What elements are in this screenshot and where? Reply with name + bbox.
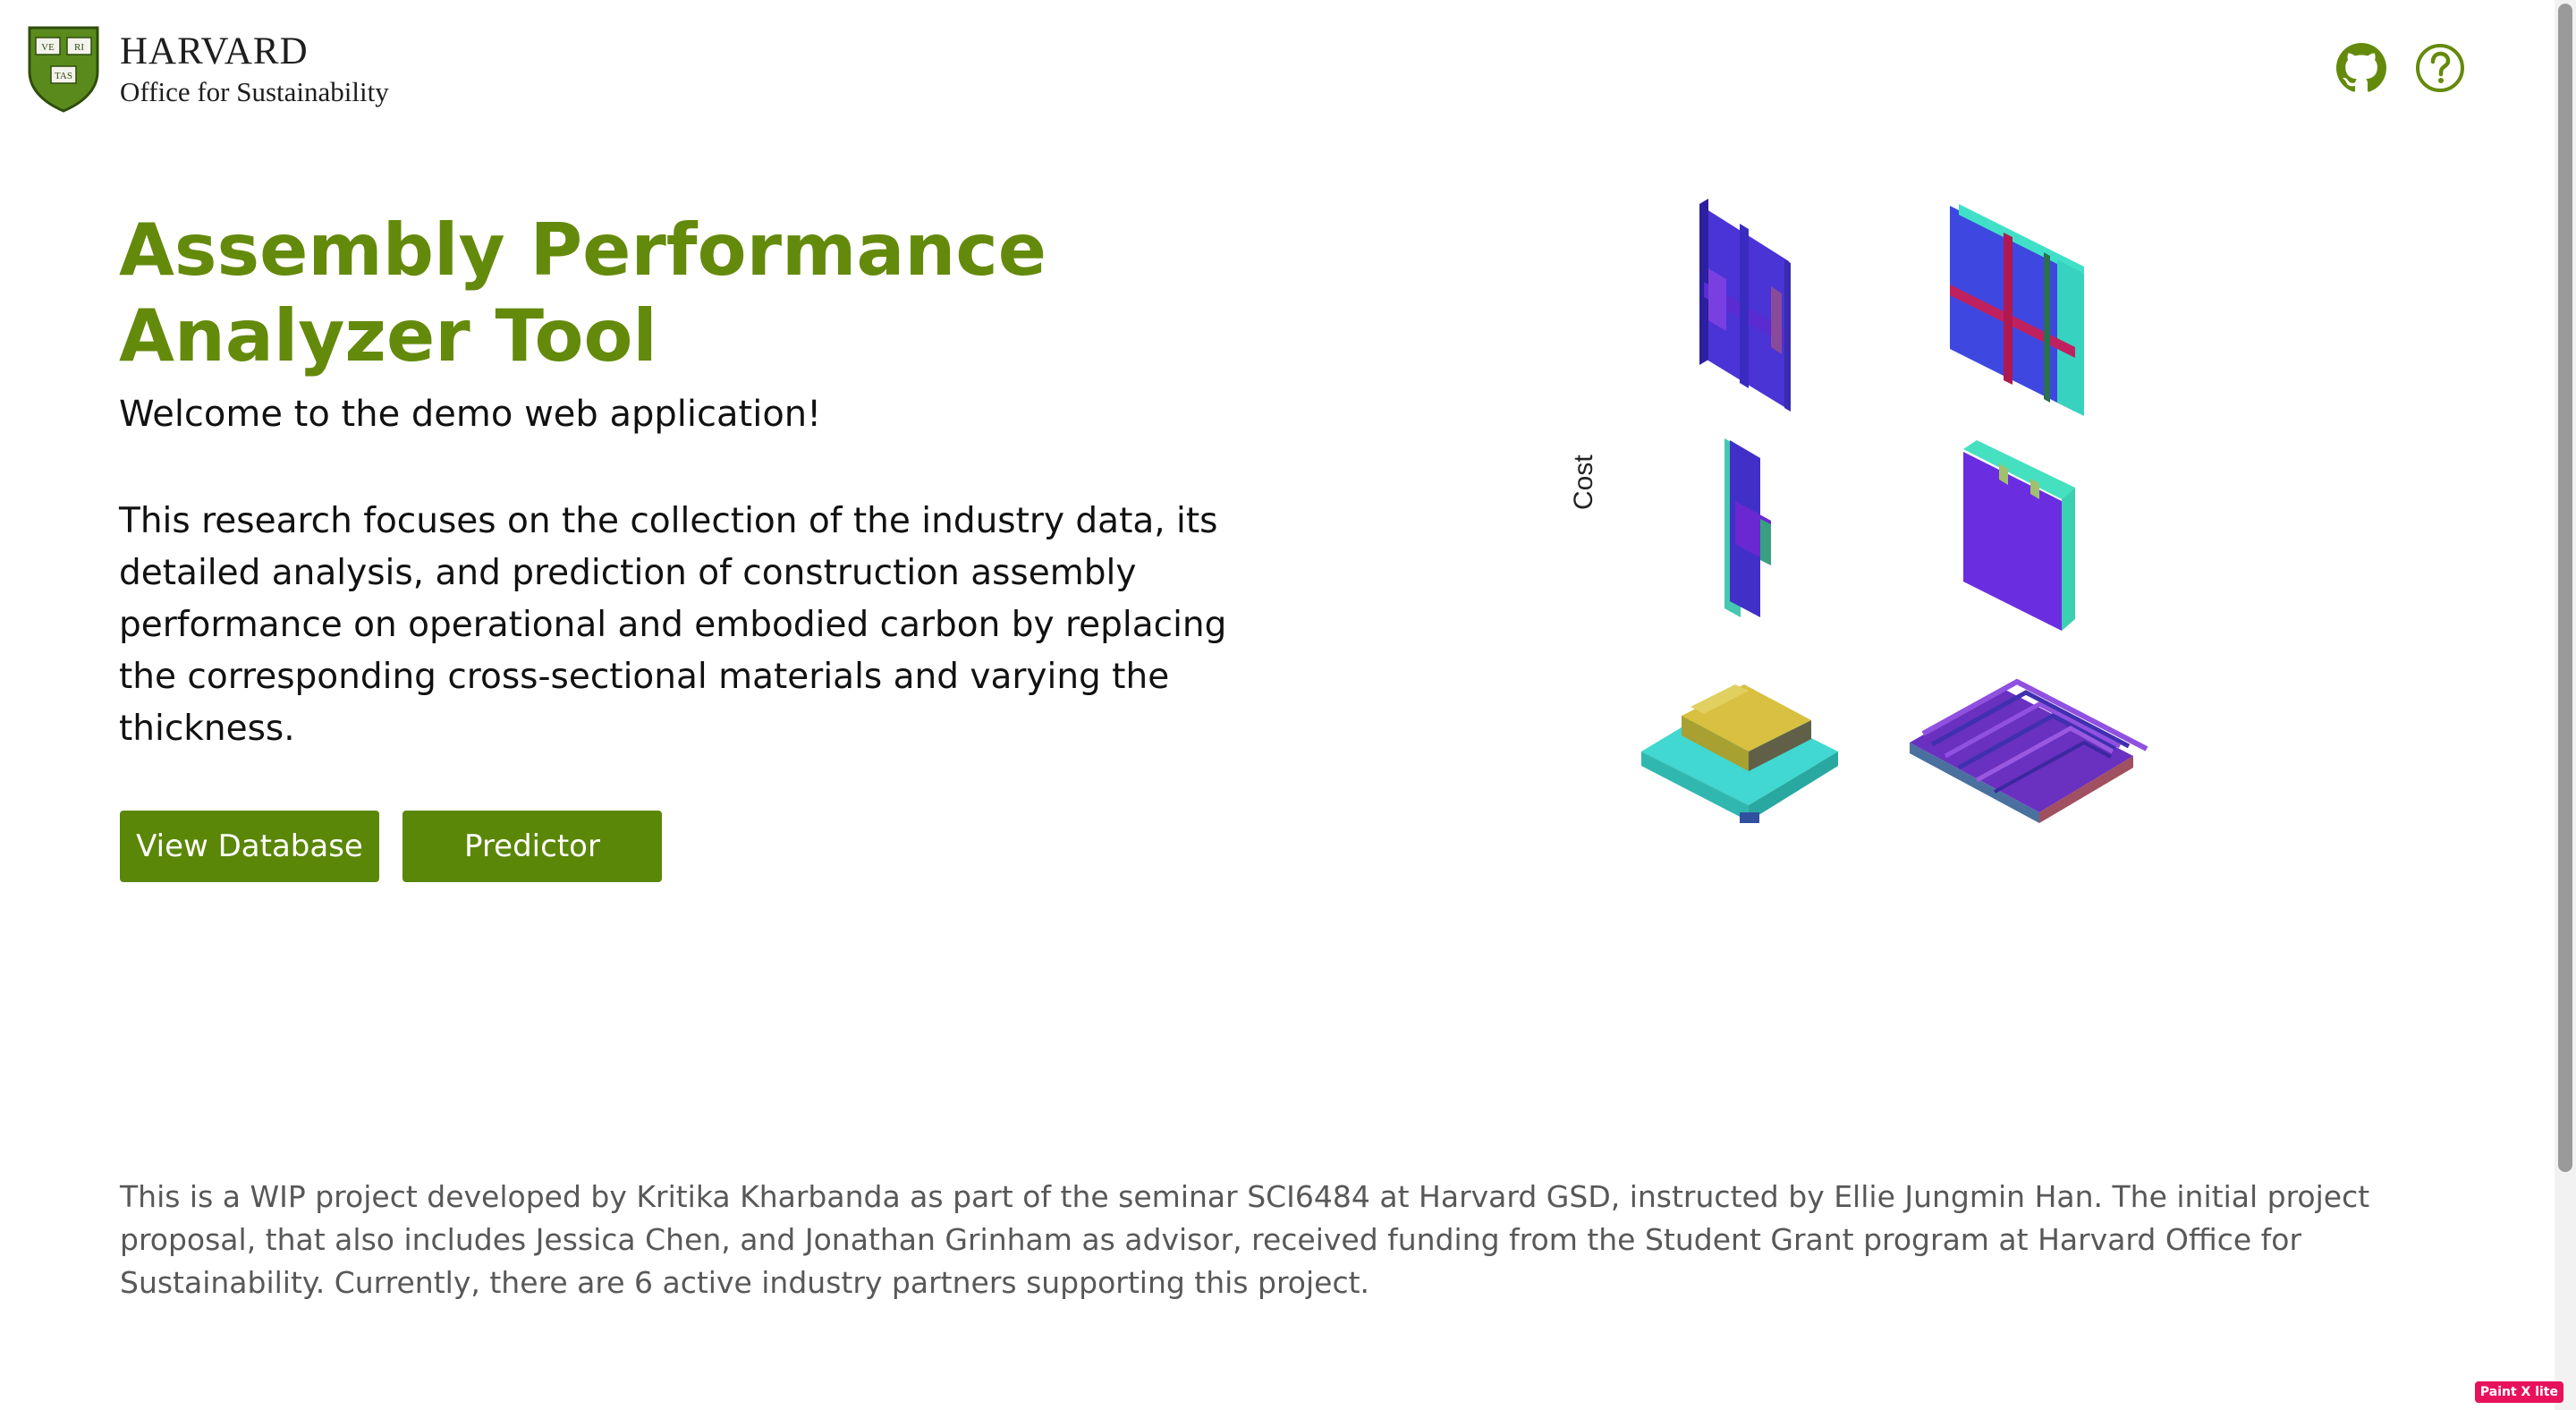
github-icon[interactable] [2336, 43, 2386, 93]
assembly-panel-1 [1699, 199, 1791, 412]
help-icon[interactable] [2415, 43, 2465, 93]
shield-text-1: VE [41, 42, 55, 53]
description-text: This research focuses on the collection … [119, 501, 1227, 749]
logo-title: HARVARD [120, 30, 309, 72]
welcome-text: Welcome to the demo web application! [119, 394, 822, 435]
logo-subtitle: Office for Sustainability [120, 76, 389, 107]
scrollbar-thumb[interactable] [2558, 4, 2572, 1172]
assembly-panel-6 [1910, 678, 2148, 823]
assembly-panel-2 [1950, 204, 2084, 416]
assembly-panel-5 [1641, 684, 1838, 823]
assembly-illustration [1641, 199, 2148, 823]
page: VE RI TAS HARVARD Office for Sustainabil… [0, 0, 2576, 1410]
harvard-logo[interactable]: VE RI TAS HARVARD Office for Sustainabil… [27, 25, 389, 113]
footer-text: This is a WIP project developed by Kriti… [120, 1179, 2370, 1300]
scrollbar[interactable] [2555, 0, 2576, 1410]
assembly-panel-4 [1963, 440, 2075, 631]
predictor-button[interactable]: Predictor [402, 811, 662, 882]
header-icons [2336, 43, 2465, 93]
view-database-button[interactable]: View Database [120, 811, 379, 882]
shield-text-3: TAS [55, 71, 72, 81]
harvard-shield-icon: VE RI TAS [28, 26, 99, 113]
logo-text: HARVARD Office for Sustainability [120, 32, 389, 106]
shield-text-2: RI [74, 42, 84, 53]
assembly-panel-3 [1724, 438, 1771, 617]
extension-badge: Paint X lite [2474, 1381, 2563, 1403]
page-title: Assembly Performance Analyzer Tool [119, 208, 1046, 378]
